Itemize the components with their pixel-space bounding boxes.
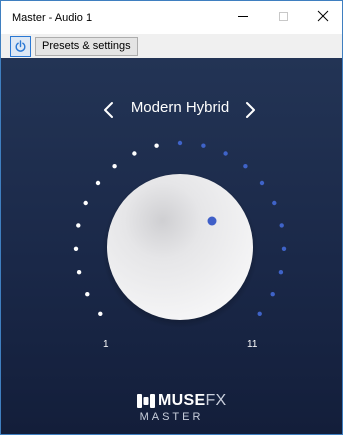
scale-tick	[76, 223, 81, 228]
close-icon	[317, 10, 329, 22]
chevron-right-icon[interactable]	[243, 100, 257, 120]
title-bar[interactable]: Master - Audio 1	[1, 1, 342, 34]
scale-tick	[278, 270, 284, 275]
scale-tick	[270, 292, 275, 297]
scale-tick	[95, 180, 101, 186]
scale-tick	[177, 140, 183, 146]
minimize-icon	[238, 15, 248, 17]
preset-name[interactable]: Modern Hybrid	[121, 99, 239, 116]
window-title: Master - Audio 1	[12, 12, 93, 24]
scale-tick	[132, 151, 137, 156]
toolbar: Presets & settings	[1, 34, 342, 58]
close-button[interactable]	[303, 1, 343, 31]
scale-tick	[112, 164, 117, 169]
maximize-button[interactable]	[263, 1, 303, 31]
chevron-left-icon[interactable]	[102, 100, 116, 120]
brand-name: MUSEFX	[158, 392, 227, 409]
scale-max-label: 11	[247, 339, 258, 350]
scale-min-label: 1	[103, 339, 109, 350]
scale-tick	[85, 292, 90, 297]
knob-body	[107, 174, 253, 320]
scale-tick	[83, 200, 88, 206]
knob-indicator	[207, 216, 217, 226]
musefx-logo-icon	[137, 394, 155, 408]
presets-settings-button[interactable]: Presets & settings	[35, 37, 138, 56]
scale-tick	[279, 223, 284, 228]
scale-tick	[243, 164, 248, 169]
power-icon	[15, 40, 26, 52]
brand-logo: MUSEFX MASTER	[1, 391, 342, 431]
scale-tick	[98, 311, 103, 316]
plugin-panel: Modern Hybrid 1 11 MUSEFX MASTER	[1, 58, 342, 434]
scale-tick	[154, 143, 159, 148]
power-button[interactable]	[10, 36, 31, 57]
scale-tick	[272, 200, 277, 206]
maximize-icon	[278, 11, 288, 21]
brand-subtitle: MASTER	[139, 411, 204, 423]
scale-tick	[223, 151, 228, 156]
scale-tick	[76, 270, 82, 275]
scale-tick	[281, 246, 287, 251]
plugin-window: Master - Audio 1 Presets & settings Mode…	[0, 0, 343, 435]
scale-tick	[201, 143, 206, 148]
preset-selector: Modern Hybrid	[1, 98, 342, 122]
minimize-button[interactable]	[223, 1, 263, 31]
scale-tick	[259, 180, 265, 186]
scale-tick	[257, 311, 262, 316]
drive-knob[interactable]	[107, 174, 253, 320]
scale-tick	[73, 246, 79, 251]
